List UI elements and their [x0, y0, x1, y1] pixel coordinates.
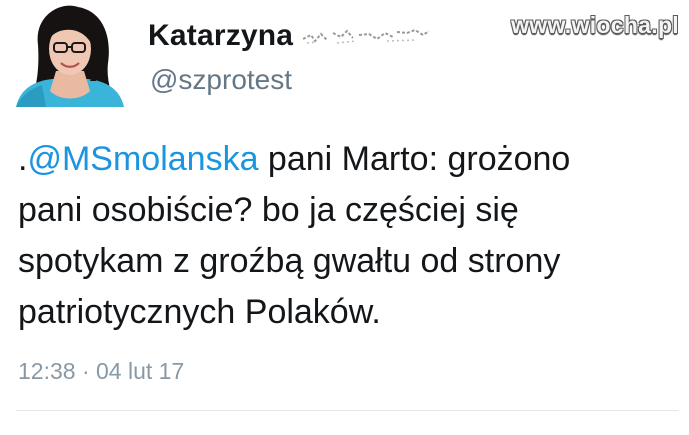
author-name-row[interactable]: Katarzyna — [148, 14, 437, 58]
tweet-line-3: spotykam z groźbą gwałtu od strony — [18, 242, 561, 280]
tweet-line-1: .@MSmolanska pani Marto: grożono — [18, 134, 678, 185]
author-display-name[interactable]: Katarzyna — [148, 19, 293, 53]
avatar[interactable] — [16, 5, 124, 107]
tweet-time: 12:38 — [18, 358, 76, 384]
tweet-line-2: pani osobiście? bo ja częściej się — [18, 191, 519, 229]
author-handle[interactable]: @szprotest — [150, 64, 292, 96]
meta-separator: · — [75, 358, 97, 384]
site-watermark: www.wiocha.pl — [511, 12, 679, 38]
tweet-timestamp[interactable]: 12:38 · 04 lut 17 — [18, 358, 184, 385]
mention-link[interactable]: @MSmolanska — [27, 140, 258, 178]
tweet-text: .@MSmolanska pani Marto: grożono pani os… — [18, 134, 678, 338]
tweet-date: 04 lut 17 — [96, 358, 185, 384]
tweet-line-4: patriotycznych Polaków. — [18, 293, 381, 331]
tweet-line-1-text: pani Marto: grożono — [258, 140, 571, 178]
avatar-image — [16, 5, 124, 107]
tweet-card: Katarzyna @szprotest www.wiocha.pl .@MSm… — [0, 0, 689, 435]
redaction-scribble — [302, 28, 430, 44]
divider — [16, 410, 679, 411]
